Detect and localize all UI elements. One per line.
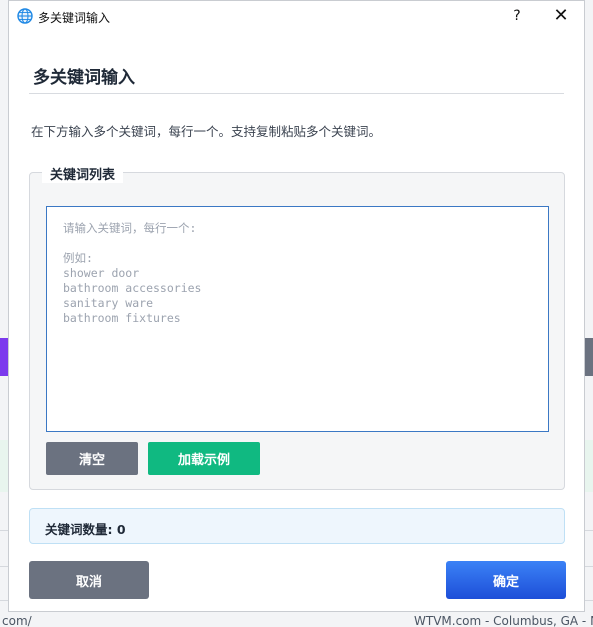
background-bottom-row: com/ WTVM.com - Columbus, GA - New: [0, 612, 593, 627]
keyword-list-group: 关键词列表 清空 加载示例: [29, 164, 565, 490]
multi-keyword-dialog: 多关键词输入 ? ✕ 多关键词输入 在下方输入多个关键词，每行一个。支持复制粘贴…: [8, 0, 585, 612]
background-purple-tab: [0, 338, 8, 376]
window-titlebar: 多关键词输入 ? ✕: [9, 1, 584, 33]
heading-divider: [29, 93, 564, 94]
load-example-button[interactable]: 加载示例: [148, 442, 260, 475]
dialog-heading: 多关键词输入: [33, 68, 135, 88]
cancel-button[interactable]: 取消: [29, 561, 149, 599]
globe-icon: [17, 8, 33, 24]
clear-button[interactable]: 清空: [46, 442, 138, 475]
ok-button[interactable]: 确定: [446, 561, 566, 599]
window-title: 多关键词输入: [38, 11, 111, 25]
close-button[interactable]: ✕: [550, 5, 572, 27]
background-green-row: [0, 440, 8, 492]
dialog-description: 在下方输入多个关键词，每行一个。支持复制粘贴多个关键词。: [31, 124, 382, 139]
help-button[interactable]: ?: [508, 5, 526, 27]
background-bottom-left-text: com/: [2, 614, 32, 627]
keyword-textarea[interactable]: [46, 206, 549, 432]
background-bottom-right-text: WTVM.com - Columbus, GA - New: [414, 614, 593, 627]
keyword-count-box: 关键词数量: 0: [29, 508, 565, 544]
keyword-count-label: 关键词数量: 0: [45, 522, 126, 537]
keyword-list-legend: 关键词列表: [42, 164, 124, 183]
